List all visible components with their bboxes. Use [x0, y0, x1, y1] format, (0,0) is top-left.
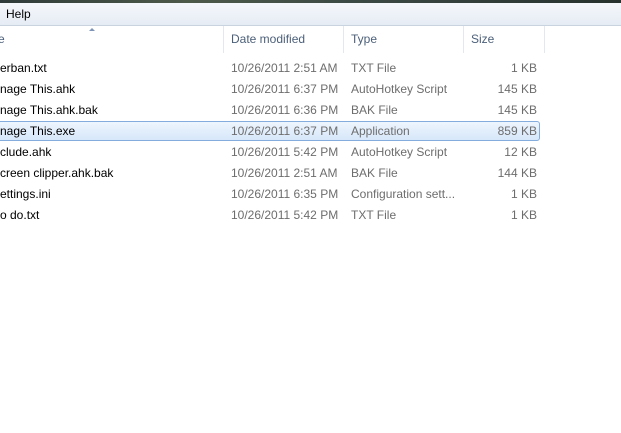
file-type: BAK File — [351, 166, 398, 180]
file-name: nage This.ahk.bak — [0, 103, 98, 117]
file-size: 859 KB — [497, 124, 537, 138]
column-header-type[interactable]: Type — [344, 26, 464, 53]
file-name: nage This.exe — [0, 124, 76, 138]
file-date-modified: 10/26/2011 6:36 PM — [231, 103, 339, 117]
file-date-modified: 10/26/2011 6:37 PM — [231, 124, 339, 138]
column-header-size[interactable]: Size — [464, 26, 545, 53]
file-row[interactable]: o do.txt 10/26/2011 5:42 PM TXT File 1 K… — [0, 205, 621, 226]
file-type: TXT File — [351, 208, 397, 222]
file-date-modified: 10/26/2011 6:37 PM — [231, 82, 339, 96]
file-date-modified: 10/26/2011 2:51 AM — [231, 61, 338, 75]
column-header-name[interactable]: e — [0, 26, 224, 53]
file-row-selected[interactable]: nage This.exe 10/26/2011 6:37 PM Applica… — [0, 121, 621, 142]
file-size: 144 KB — [497, 166, 537, 180]
file-type: Configuration sett... — [351, 187, 456, 201]
file-type: BAK File — [351, 103, 398, 117]
file-date-modified: 10/26/2011 6:35 PM — [231, 187, 339, 201]
file-row[interactable]: creen clipper.ahk.bak 10/26/2011 2:51 AM… — [0, 163, 621, 184]
file-name: creen clipper.ahk.bak — [0, 166, 114, 180]
file-date-modified: 10/26/2011 2:51 AM — [231, 166, 338, 180]
column-header-date-modified[interactable]: Date modified — [224, 26, 344, 53]
file-row[interactable]: nage This.ahk.bak 10/26/2011 6:36 PM BAK… — [0, 100, 621, 121]
file-date-modified: 10/26/2011 5:42 PM — [231, 145, 339, 159]
file-size: 12 KB — [504, 145, 537, 159]
file-name: o do.txt — [0, 208, 40, 222]
file-row[interactable]: clude.ahk 10/26/2011 5:42 PM AutoHotkey … — [0, 142, 621, 163]
file-size: 1 KB — [510, 187, 537, 201]
file-name: erban.txt — [0, 61, 47, 75]
file-type: AutoHotkey Script — [351, 145, 448, 159]
file-type: AutoHotkey Script — [351, 82, 448, 96]
file-type: TXT File — [351, 61, 397, 75]
file-list: erban.txt 10/26/2011 2:51 AM TXT File 1 … — [0, 58, 621, 226]
file-name: ettings.ini — [0, 187, 51, 201]
file-size: 145 KB — [497, 103, 537, 117]
file-row[interactable]: erban.txt 10/26/2011 2:51 AM TXT File 1 … — [0, 58, 621, 79]
file-row[interactable]: nage This.ahk 10/26/2011 6:37 PM AutoHot… — [0, 79, 621, 100]
file-name: nage This.ahk — [0, 82, 76, 96]
menu-help[interactable]: Help — [4, 7, 33, 21]
sort-ascending-icon — [89, 28, 95, 31]
file-name: clude.ahk — [0, 145, 52, 159]
file-size: 1 KB — [510, 208, 537, 222]
file-row[interactable]: ettings.ini 10/26/2011 6:35 PM Configura… — [0, 184, 621, 205]
menu-bar: Help — [0, 3, 621, 26]
file-size: 145 KB — [497, 82, 537, 96]
file-type: Application — [351, 124, 410, 138]
file-date-modified: 10/26/2011 5:42 PM — [231, 208, 339, 222]
file-size: 1 KB — [510, 61, 537, 75]
